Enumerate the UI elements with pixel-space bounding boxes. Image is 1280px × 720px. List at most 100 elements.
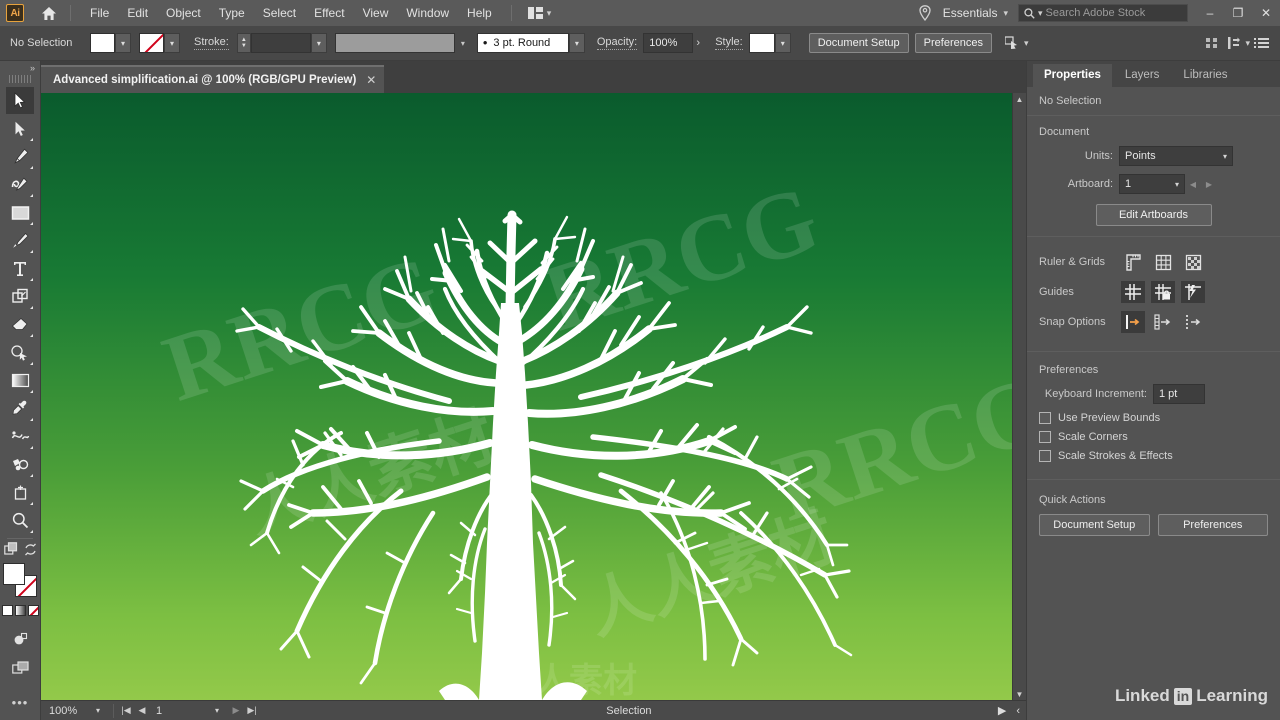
free-transform-tool[interactable] [6,283,34,310]
previous-artboard-button[interactable]: ◀ [1185,180,1201,189]
quick-preferences-button[interactable]: Preferences [1157,514,1268,536]
fill-swatch-dropdown[interactable]: ▾ [115,33,131,53]
rectangle-tool[interactable] [6,199,34,226]
symbol-sprayer-tool[interactable] [6,451,34,478]
document-tab[interactable]: Advanced simplification.ai @ 100% (RGB/G… [41,65,385,93]
smart-guides-icon[interactable] [1181,281,1205,303]
select-similar-objects-icon[interactable] [1002,32,1024,54]
artboard[interactable]: RRCG RRCG RRCG 人人素材 人人素材 人人素材 [41,93,1012,700]
brush-definition-field[interactable]: • 3 pt. Round [476,33,569,53]
keyboard-increment-field[interactable]: 1 pt [1153,384,1205,404]
paintbrush-tool[interactable] [6,227,34,254]
tab-layers[interactable]: Layers [1114,64,1171,87]
units-select[interactable]: Points ▾ [1119,146,1233,166]
eraser-tool[interactable] [6,311,34,338]
color-button[interactable] [1,605,13,616]
canvas-area[interactable]: RRCG RRCG RRCG 人人素材 人人素材 人人素材 [41,93,1012,700]
gradient-tool[interactable] [6,367,34,394]
next-artboard-button[interactable]: ▶ [1201,180,1217,189]
previous-artboard-button[interactable]: ◀ [134,705,150,716]
menu-file[interactable]: File [81,2,118,24]
reset-icon[interactable] [24,543,37,559]
stroke-weight-field[interactable] [250,33,311,53]
curvature-tool[interactable] [6,171,34,198]
collapse-toolbar-icon[interactable]: » [0,61,40,75]
menu-select[interactable]: Select [254,2,305,24]
menu-window[interactable]: Window [397,2,458,24]
search-location-icon[interactable] [913,5,937,21]
blend-tool[interactable] [6,423,34,450]
quick-document-setup-button[interactable]: Document Setup [1039,514,1150,536]
select-similar-chevron-icon[interactable]: ▾ [1024,38,1029,49]
brush-definition-dropdown[interactable]: ▾ [568,33,585,53]
align-panel-icon[interactable] [1201,32,1223,54]
zoom-level-field[interactable]: 100% [41,705,87,717]
eyedropper-tool[interactable] [6,395,34,422]
variable-width-profile-field[interactable] [334,33,455,53]
artboard-dropdown-icon[interactable]: ▾ [206,706,228,715]
snap-to-point-icon[interactable] [1121,311,1145,333]
scale-strokes-effects-row[interactable]: Scale Strokes & Effects [1039,450,1268,462]
checkbox[interactable] [1039,431,1051,443]
bare-tree-silhouette-artwork[interactable] [41,93,1012,700]
pen-tool[interactable] [6,143,34,170]
scroll-up-icon[interactable]: ▲ [1016,93,1024,105]
status-expand-icon[interactable]: ‹ [1016,705,1020,717]
stroke-weight-stepper[interactable]: ▲ ▼ [236,33,251,53]
lock-guides-icon[interactable] [1151,281,1175,303]
type-tool[interactable] [6,255,34,282]
home-icon[interactable] [38,2,60,24]
artboard-select[interactable]: 1 ▾ [1119,174,1185,194]
document-setup-button[interactable]: Document Setup [808,33,909,53]
first-artboard-button[interactable]: |◀ [118,705,134,716]
direct-selection-tool[interactable] [6,115,34,142]
close-icon[interactable]: ✕ [366,73,376,87]
fill-color-indicator[interactable] [3,563,25,585]
use-preview-bounds-row[interactable]: Use Preview Bounds [1039,412,1268,424]
stroke-color-swatch[interactable] [139,33,164,53]
stroke-swatch-dropdown[interactable]: ▾ [164,33,180,53]
arrange-documents-button[interactable]: ▾ [522,7,558,19]
shape-builder-tool[interactable] [6,339,34,366]
panel-menu-icon[interactable] [1250,32,1272,54]
search-filter-chevron-icon[interactable]: ▾ [1038,8,1043,19]
menu-object[interactable]: Object [157,2,210,24]
workspace-chevron-icon[interactable]: ▾ [1003,8,1008,19]
selection-tool[interactable] [6,87,34,114]
show-grid-icon[interactable] [1151,251,1175,273]
scroll-down-icon[interactable]: ▼ [1016,688,1024,700]
artboard-number-field[interactable]: 1 [150,705,206,717]
scale-corners-row[interactable]: Scale Corners [1039,431,1268,443]
show-transparency-grid-icon[interactable] [1181,251,1205,273]
edit-toolbar-icon[interactable] [3,542,19,560]
transform-panel-icon[interactable] [1223,32,1245,54]
snap-to-pixel-icon[interactable] [1181,311,1205,333]
edit-artboards-button[interactable]: Edit Artboards [1095,204,1212,226]
tab-libraries[interactable]: Libraries [1172,64,1238,87]
fill-color-swatch[interactable] [90,33,115,53]
more-tools-icon[interactable]: ••• [12,695,29,710]
menu-effect[interactable]: Effect [305,2,353,24]
menu-type[interactable]: Type [210,2,254,24]
gradient-button[interactable] [14,605,26,616]
snap-to-grid-icon[interactable] [1151,311,1175,333]
checkbox[interactable] [1039,450,1051,462]
style-label[interactable]: Style: [715,36,743,50]
zoom-dropdown-icon[interactable]: ▾ [87,706,109,715]
opacity-label[interactable]: Opacity: [596,36,638,50]
artboard-tool[interactable] [6,479,34,506]
status-play-icon[interactable]: ▶ [998,704,1006,717]
next-artboard-button[interactable]: ▶ [228,705,244,716]
zoom-tool[interactable] [6,507,34,534]
opacity-expand-icon[interactable]: › [693,37,703,49]
tab-properties[interactable]: Properties [1033,64,1112,87]
minimize-button[interactable]: – [1196,0,1224,26]
graphic-style-dropdown[interactable]: ▾ [774,33,791,53]
checkbox[interactable] [1039,412,1051,424]
show-rulers-icon[interactable] [1121,251,1145,273]
canvas-vertical-scrollbar[interactable]: ▲ ▼ [1012,93,1026,700]
close-button[interactable]: ✕ [1252,0,1280,26]
stock-search-input[interactable]: ▾ Search Adobe Stock [1018,4,1188,22]
toolbar-drag-handle[interactable] [9,75,31,83]
graphic-style-swatch[interactable] [748,33,775,53]
